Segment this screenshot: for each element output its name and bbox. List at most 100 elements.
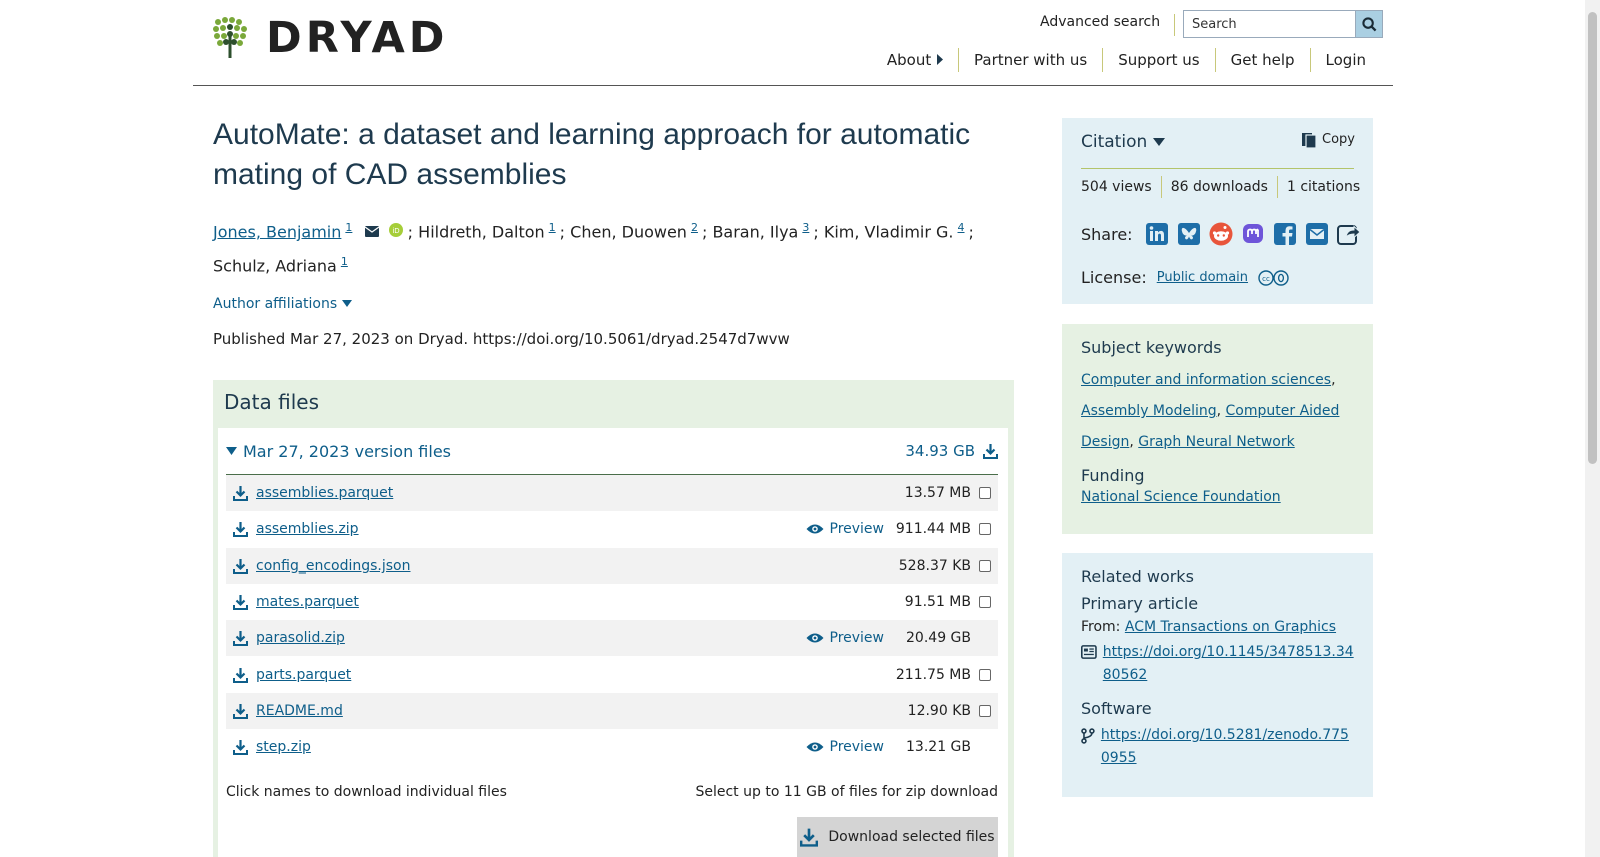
download-icon[interactable]: [233, 485, 251, 501]
affiliation-marker[interactable]: 4: [958, 221, 965, 234]
affiliation-marker[interactable]: 1: [549, 221, 556, 234]
caret-right-icon: [937, 54, 943, 65]
advanced-search-link[interactable]: Advanced search: [1040, 14, 1176, 36]
software-heading: Software: [1081, 699, 1152, 718]
author-name: Schulz, Adriana: [213, 256, 337, 276]
author-name: Chen, Duowen: [570, 222, 687, 242]
keywords-panel: Subject keywords Computer and informatio…: [1062, 324, 1373, 534]
file-name-link[interactable]: step.zip: [256, 739, 311, 755]
email-share-icon[interactable]: [1305, 222, 1329, 246]
download-selected-label: Download selected files: [828, 829, 995, 845]
preview-button[interactable]: Preview: [806, 630, 884, 646]
file-select-checkbox[interactable]: [979, 669, 991, 681]
author-affiliations-label: Author affiliations: [213, 295, 338, 312]
article-doi-link[interactable]: https://doi.org/10.1145/3478513.3480562: [1103, 641, 1354, 687]
author-affiliations-toggle[interactable]: Author affiliations: [213, 295, 353, 312]
orcid-icon[interactable]: iD: [388, 223, 403, 238]
preview-button[interactable]: Preview: [806, 739, 884, 755]
nav-support[interactable]: Support us: [1102, 48, 1214, 72]
file-size: 528.37 KB: [898, 558, 971, 574]
facebook-icon[interactable]: [1273, 222, 1297, 246]
keyword-link[interactable]: Assembly Modeling: [1081, 403, 1217, 419]
nav-partner[interactable]: Partner with us: [958, 48, 1102, 72]
file-select-checkbox[interactable]: [979, 487, 991, 499]
file-select-checkbox[interactable]: [979, 523, 991, 535]
page-title: AutoMate: a dataset and learning approac…: [213, 118, 971, 191]
eye-icon: [806, 632, 824, 644]
file-name-link[interactable]: README.md: [256, 703, 343, 719]
author-name: Hildreth, Dalton: [418, 222, 545, 242]
file-name-link[interactable]: mates.parquet: [256, 594, 359, 610]
file-select-checkbox[interactable]: [979, 560, 991, 572]
scrollbar-thumb[interactable]: [1588, 12, 1597, 464]
file-select-checkbox[interactable]: [979, 596, 991, 608]
data-files-heading: Data files: [224, 390, 319, 414]
download-icon[interactable]: [233, 739, 251, 755]
download-icon[interactable]: [233, 558, 251, 574]
download-selected-button[interactable]: Download selected files: [797, 817, 998, 857]
file-row: parts.parquet 211.75 MB: [226, 657, 998, 693]
affiliation-marker[interactable]: 1: [341, 255, 348, 268]
data-files-panel: Data files Mar 27, 2023 version files 34…: [213, 380, 1014, 857]
published-line: Published Mar 27, 2023 on Dryad. https:/…: [213, 329, 790, 348]
file-row: assemblies.parquet 13.57 MB: [226, 475, 998, 511]
email-icon[interactable]: [365, 226, 380, 238]
affiliation-marker[interactable]: 1: [345, 221, 352, 234]
tree-logo-icon: [213, 17, 247, 58]
file-name-link[interactable]: parasolid.zip: [256, 630, 345, 646]
journal-link[interactable]: ACM Transactions on Graphics: [1125, 619, 1336, 635]
mastodon-icon[interactable]: [1241, 222, 1265, 246]
software-doi-link[interactable]: https://doi.org/10.5281/zenodo.7750955: [1101, 724, 1354, 770]
download-icon[interactable]: [233, 703, 251, 719]
file-select-checkbox[interactable]: [979, 705, 991, 717]
download-icon[interactable]: [233, 594, 251, 610]
preview-button[interactable]: Preview: [806, 521, 884, 537]
dryad-logo[interactable]: DRYAD: [212, 16, 448, 60]
download-icon[interactable]: [983, 443, 998, 459]
download-icon[interactable]: [233, 667, 251, 683]
affiliation-marker[interactable]: 3: [802, 221, 809, 234]
file-name-link[interactable]: parts.parquet: [256, 667, 351, 683]
svg-text:iD: iD: [392, 227, 399, 235]
keyword-link[interactable]: Graph Neural Network: [1138, 434, 1294, 450]
license-link[interactable]: Public domain: [1157, 270, 1248, 285]
copy-citation-button[interactable]: Copy: [1302, 131, 1355, 148]
views-count: 504 views: [1081, 179, 1152, 195]
nav-login[interactable]: Login: [1309, 48, 1381, 72]
affiliation-marker[interactable]: 2: [691, 221, 698, 234]
copy-label: Copy: [1322, 132, 1355, 147]
file-name-link[interactable]: assemblies.zip: [256, 521, 359, 537]
author-link[interactable]: Jones, Benjamin: [213, 222, 341, 241]
file-name-link[interactable]: assemblies.parquet: [256, 485, 393, 501]
funder-link[interactable]: National Science Foundation: [1081, 489, 1354, 505]
code-branch-icon: [1081, 728, 1095, 744]
nav-get-help[interactable]: Get help: [1214, 48, 1310, 72]
download-icon[interactable]: [233, 521, 251, 537]
search-button[interactable]: [1355, 11, 1382, 37]
download-icon[interactable]: [233, 630, 251, 646]
linkedin-icon[interactable]: [1145, 222, 1169, 246]
download-icon: [800, 828, 819, 847]
zip-note: Select up to 11 GB of files for zip down…: [695, 784, 998, 800]
nav-about[interactable]: About: [872, 48, 958, 72]
author-separator: ;: [968, 222, 974, 242]
eye-icon: [806, 741, 824, 753]
svg-text:cc: cc: [1262, 275, 1270, 283]
related-works-heading: Related works: [1081, 567, 1194, 586]
funding-heading: Funding: [1081, 466, 1145, 485]
share-icon[interactable]: [1336, 222, 1361, 246]
search-input[interactable]: [1184, 11, 1355, 37]
main-nav: About Partner with us Support us Get hel…: [872, 48, 1381, 72]
citation-toggle[interactable]: Citation: [1081, 132, 1166, 152]
article-icon: [1081, 645, 1097, 659]
page-scrollbar[interactable]: [1585, 0, 1600, 857]
divider: [1081, 168, 1354, 169]
version-toggle[interactable]: Mar 27, 2023 version files 34.93 GB: [226, 428, 998, 475]
file-name-link[interactable]: config_encodings.json: [256, 558, 411, 574]
file-size: 91.51 MB: [904, 594, 971, 610]
share-label: Share:: [1081, 224, 1133, 244]
author-separator: ;: [559, 222, 566, 242]
keyword-link[interactable]: Computer and information sciences: [1081, 372, 1331, 388]
reddit-icon[interactable]: [1209, 222, 1233, 246]
bluesky-icon[interactable]: [1177, 222, 1201, 246]
